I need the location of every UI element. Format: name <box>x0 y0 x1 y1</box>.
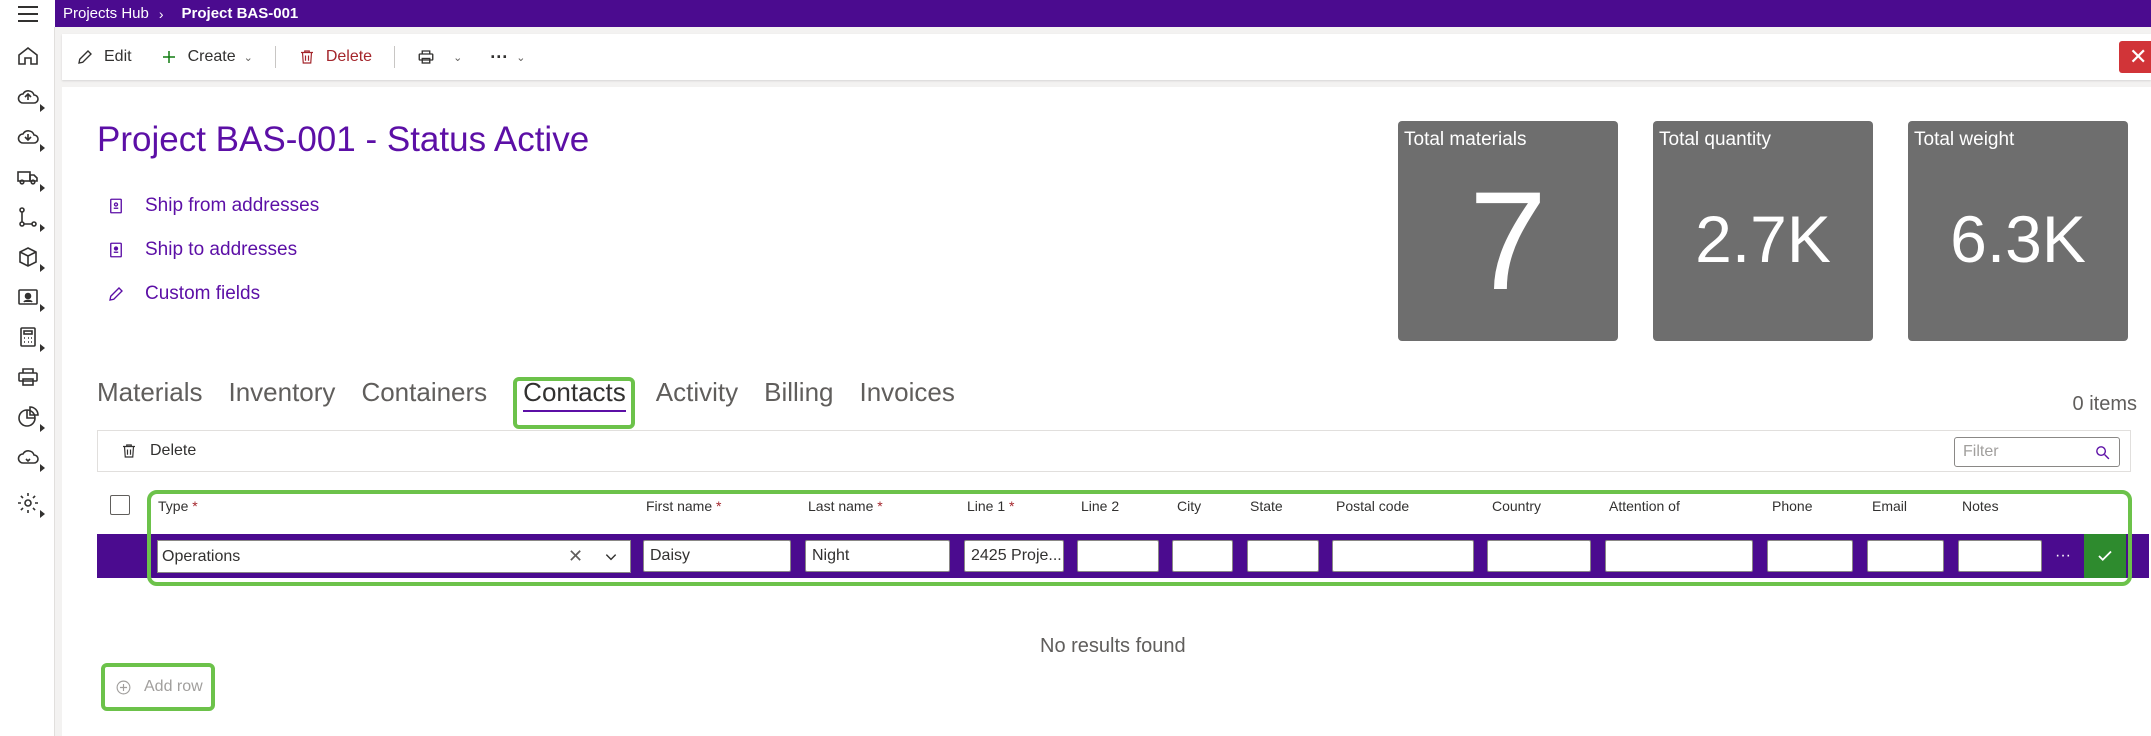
tab-invoices[interactable]: Invoices <box>860 377 955 408</box>
home-icon[interactable] <box>14 42 42 70</box>
expand-caret-icon[interactable] <box>40 224 45 232</box>
chart-icon[interactable] <box>14 403 42 431</box>
create-label: Create <box>187 48 236 65</box>
tile-total-materials: Total materials 7 <box>1398 121 1618 341</box>
tab-materials[interactable]: Materials <box>97 377 202 408</box>
flow-icon[interactable] <box>14 203 42 231</box>
row-highlight <box>147 490 2132 586</box>
add-circle-icon <box>116 680 131 694</box>
divider <box>274 46 276 68</box>
expand-caret-icon[interactable] <box>40 424 45 432</box>
printer-icon <box>418 50 434 64</box>
contact-card-icon[interactable] <box>14 283 42 311</box>
custom-fields-link[interactable]: Custom fields <box>107 283 260 305</box>
no-results-text: No results found <box>1040 635 1186 657</box>
plus-icon <box>162 51 175 63</box>
filter-placeholder: Filter <box>1963 443 1999 460</box>
expand-caret-icon[interactable] <box>40 464 45 472</box>
ship-to-addresses-link[interactable]: Ship to addresses <box>107 239 297 261</box>
breadcrumb-current: Project BAS-001 <box>181 5 299 22</box>
expand-caret-icon[interactable] <box>40 510 45 518</box>
items-count: 0 items <box>2072 393 2137 415</box>
tab-highlight <box>513 377 635 429</box>
create-button[interactable]: Create ⌄ <box>146 34 267 80</box>
left-nav <box>0 27 55 736</box>
expand-caret-icon[interactable] <box>40 144 45 152</box>
gear-icon[interactable] <box>14 489 42 517</box>
trash-icon <box>123 444 135 458</box>
truck-icon[interactable] <box>14 163 42 191</box>
tile-total-weight: Total weight 6.3K <box>1908 121 2128 341</box>
delete-button[interactable]: Delete <box>284 34 386 80</box>
main-panel: Project BAS-001 - Status Active Ship fro… <box>62 87 2151 736</box>
expand-caret-icon[interactable] <box>40 184 45 192</box>
ship-to-label: Ship to addresses <box>145 239 298 260</box>
tab-activity[interactable]: Activity <box>656 377 738 408</box>
breadcrumb-root[interactable]: Projects Hub <box>63 5 149 22</box>
tile-total-quantity: Total quantity 2.7K <box>1653 121 1873 341</box>
expand-caret-icon[interactable] <box>40 304 45 312</box>
pencil-icon <box>109 287 123 301</box>
tile-label: Total weight <box>1914 129 2015 150</box>
tile-value: 7 <box>1469 162 1547 319</box>
grid-delete-label: Delete <box>150 442 197 459</box>
filter-input[interactable]: Filter <box>1954 437 2120 467</box>
tile-value: 6.3K <box>1950 202 2086 276</box>
pencil-icon <box>78 50 92 64</box>
ship-from-addresses-link[interactable]: Ship from addresses <box>107 195 319 217</box>
tab-containers[interactable]: Containers <box>361 377 487 408</box>
grid-toolbar: Delete Filter <box>97 430 2131 472</box>
more-button[interactable]: ··· ⌄ <box>476 34 539 80</box>
chevron-down-icon: ⌄ <box>453 51 463 64</box>
hamburger-menu-icon[interactable] <box>0 0 55 27</box>
address-book-icon <box>110 242 122 258</box>
ship-from-label: Ship from addresses <box>145 195 320 216</box>
address-book-icon <box>110 198 122 214</box>
page-title: Project BAS-001 - Status Active <box>97 120 590 159</box>
cloud-sync-icon[interactable] <box>14 443 42 471</box>
ellipsis-icon: ··· <box>490 46 509 67</box>
print-button[interactable]: ⌄ <box>403 34 476 80</box>
divider <box>394 46 396 68</box>
tab-inventory[interactable]: Inventory <box>228 377 335 408</box>
add-row-button[interactable]: Add row <box>101 663 215 711</box>
printer-icon[interactable] <box>14 363 42 391</box>
command-bar: Edit Create ⌄ Delete ⌄ ··· ⌄ ✕ <box>62 34 2151 80</box>
expand-caret-icon[interactable] <box>40 264 45 272</box>
tab-billing[interactable]: Billing <box>764 377 833 408</box>
top-bar: Projects Hub › Project BAS-001 <box>0 0 2151 27</box>
cloud-download-icon[interactable] <box>14 123 42 151</box>
expand-caret-icon[interactable] <box>40 344 45 352</box>
cloud-upload-icon[interactable] <box>14 83 42 111</box>
chevron-right-icon: › <box>158 5 164 22</box>
close-icon[interactable]: ✕ <box>2119 41 2151 73</box>
delete-label: Delete <box>325 48 373 65</box>
search-icon <box>2096 446 2110 460</box>
calculator-icon[interactable] <box>14 323 42 351</box>
chevron-down-icon: ⌄ <box>516 51 526 64</box>
trash-icon <box>300 50 313 64</box>
expand-caret-icon[interactable] <box>40 104 45 112</box>
tile-label: Total materials <box>1404 129 1527 150</box>
edit-button[interactable]: Edit <box>62 34 146 80</box>
box-icon[interactable] <box>14 243 42 271</box>
edit-label: Edit <box>104 48 132 65</box>
chevron-down-icon: ⌄ <box>243 51 253 64</box>
add-row-label: Add row <box>144 678 203 695</box>
grid-delete-button[interactable]: Delete <box>120 442 196 460</box>
custom-fields-label: Custom fields <box>145 283 261 304</box>
tile-value: 2.7K <box>1695 202 1831 276</box>
tile-label: Total quantity <box>1659 129 1771 150</box>
select-all-checkbox[interactable] <box>110 495 130 515</box>
